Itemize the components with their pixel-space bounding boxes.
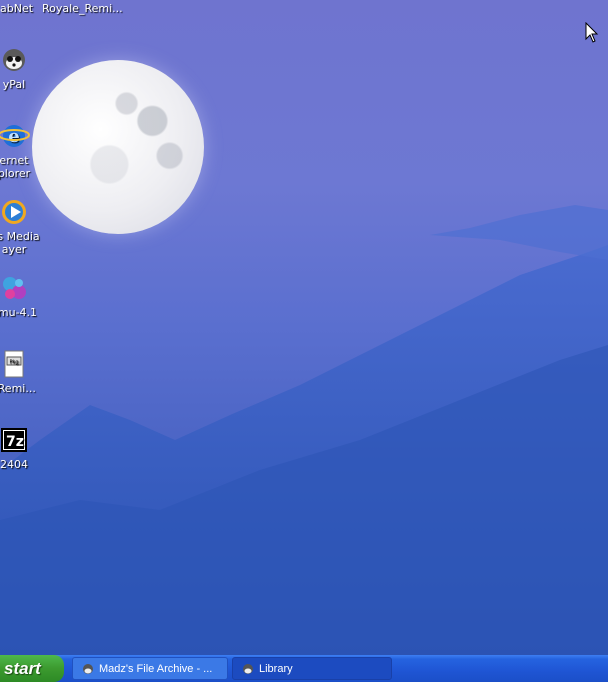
icon-label: yPal: [2, 78, 26, 91]
svg-text:Pkg: Pkg: [9, 360, 18, 366]
icon-label-line2: ayer: [1, 243, 27, 256]
raccoon-icon: [243, 664, 253, 674]
icon-label: ernet: [0, 154, 29, 167]
desktop: abNet Royale_Remi... yPal e ernet plorer…: [0, 0, 608, 655]
icon-label: 2404: [0, 458, 28, 471]
desktop-label-royale[interactable]: Royale_Remi...: [42, 2, 123, 15]
task-label: Madz's File Archive - ...: [99, 663, 213, 675]
task-label: Library: [259, 663, 293, 675]
mouse-cursor-icon: [585, 22, 599, 43]
desktop-label-abnet[interactable]: abNet: [0, 2, 33, 15]
media-player-icon: [0, 196, 30, 228]
moon: [32, 60, 204, 234]
taskbar-button-file-archive[interactable]: Madz's File Archive - ...: [72, 657, 228, 680]
icon-label-line2: plorer: [0, 167, 31, 180]
taskbar-button-library[interactable]: Library: [232, 657, 392, 680]
start-button[interactable]: start: [0, 655, 64, 682]
raccoon-icon: [83, 664, 93, 674]
emu-icon: [0, 272, 30, 304]
document-icon: Pkg: [0, 348, 30, 380]
desktop-icon-7zip[interactable]: 7z 2404: [0, 424, 54, 471]
icon-label: ws Media: [0, 230, 40, 243]
icon-label: Emu-4.1: [0, 306, 38, 319]
desktop-icon-internet-explorer[interactable]: e ernet plorer: [0, 120, 54, 180]
desktop-icon-paltalk[interactable]: yPal: [0, 44, 54, 91]
desktop-icon-emu[interactable]: Emu-4.1: [0, 272, 54, 319]
raccoon-icon: [0, 44, 30, 76]
7zip-icon: 7z: [0, 424, 30, 456]
svg-text:7z: 7z: [6, 434, 24, 450]
desktop-icon-windows-media-player[interactable]: ws Media ayer: [0, 196, 54, 256]
start-label: start: [4, 659, 41, 678]
icon-label: _Remi...: [0, 382, 36, 395]
internet-explorer-icon: e: [0, 120, 30, 152]
taskbar: start Madz's File Archive - ... Library: [0, 655, 608, 682]
desktop-icon-royale-file[interactable]: Pkg _Remi...: [0, 348, 54, 395]
